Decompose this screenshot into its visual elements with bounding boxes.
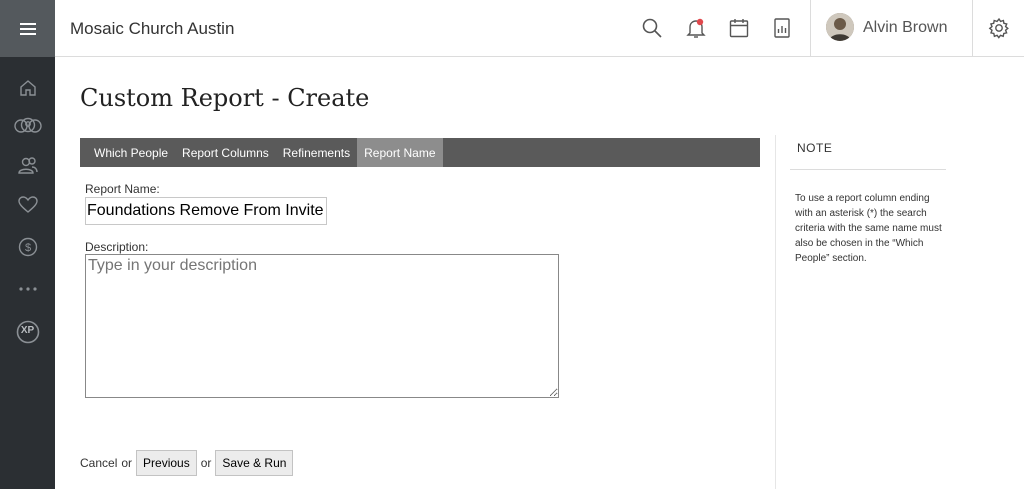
org-name[interactable]: Mosaic Church Austin xyxy=(70,19,234,39)
note-panel: NOTE To use a report column ending with … xyxy=(775,135,1024,489)
sidebar-item-xp[interactable]: XP xyxy=(0,317,55,347)
sidebar-item-more[interactable] xyxy=(0,274,55,304)
heart-icon xyxy=(17,196,38,213)
gear-icon xyxy=(988,17,1009,39)
calendar-button[interactable] xyxy=(727,16,751,40)
report-icon xyxy=(774,18,790,38)
reports-button[interactable] xyxy=(770,16,794,40)
avatar xyxy=(826,13,854,41)
previous-button[interactable]: Previous xyxy=(136,450,197,476)
sidebar-item-groups[interactable] xyxy=(0,111,55,141)
home-icon xyxy=(19,80,36,96)
left-rail: $ XP xyxy=(0,0,55,489)
bell-icon xyxy=(686,18,706,38)
note-title: NOTE xyxy=(797,141,833,155)
user-menu[interactable]: Alvin Brown xyxy=(810,0,973,57)
sidebar-item-home[interactable] xyxy=(0,73,55,103)
dollar-icon: $ xyxy=(18,237,37,257)
sidebar-item-giving[interactable]: $ xyxy=(0,232,55,262)
form-actions: Cancel or Previous or Save & Run xyxy=(80,450,297,476)
people-icon xyxy=(17,157,38,174)
menu-button[interactable] xyxy=(0,0,55,57)
notification-dot xyxy=(696,18,704,26)
wizard-tabs: Which People Report Columns Refinements … xyxy=(80,138,760,167)
tab-report-name[interactable]: Report Name xyxy=(357,138,443,167)
svg-text:$: $ xyxy=(24,242,30,254)
search-button[interactable] xyxy=(640,16,664,40)
report-name-label: Report Name: xyxy=(85,182,160,196)
note-divider xyxy=(790,169,946,170)
sidebar-item-people[interactable] xyxy=(0,151,55,181)
more-icon xyxy=(18,287,37,291)
sidebar-item-giving-heart[interactable] xyxy=(0,190,55,220)
xp-label: XP xyxy=(20,325,35,336)
hamburger-icon xyxy=(19,22,36,35)
note-text: To use a report column ending with an as… xyxy=(795,193,942,264)
top-bar: Mosaic Church Austin Alvin Brown xyxy=(55,0,1024,57)
report-name-input[interactable] xyxy=(85,197,327,225)
tab-report-columns[interactable]: Report Columns xyxy=(175,138,276,167)
search-icon xyxy=(642,18,662,38)
tab-refinements[interactable]: Refinements xyxy=(276,138,357,167)
save-run-button[interactable]: Save & Run xyxy=(215,450,294,476)
calendar-icon xyxy=(729,19,749,38)
or-separator: or xyxy=(200,456,212,470)
notifications-button[interactable] xyxy=(684,16,708,40)
or-separator: or xyxy=(121,456,133,470)
user-name: Alvin Brown xyxy=(863,19,948,36)
page-title: Custom Report - Create xyxy=(80,84,370,112)
description-textarea[interactable] xyxy=(85,254,559,398)
description-label: Description: xyxy=(85,240,149,254)
tab-which-people[interactable]: Which People xyxy=(87,138,175,167)
settings-button[interactable] xyxy=(987,16,1011,40)
groups-icon xyxy=(13,117,42,133)
cancel-link[interactable]: Cancel xyxy=(80,456,117,470)
